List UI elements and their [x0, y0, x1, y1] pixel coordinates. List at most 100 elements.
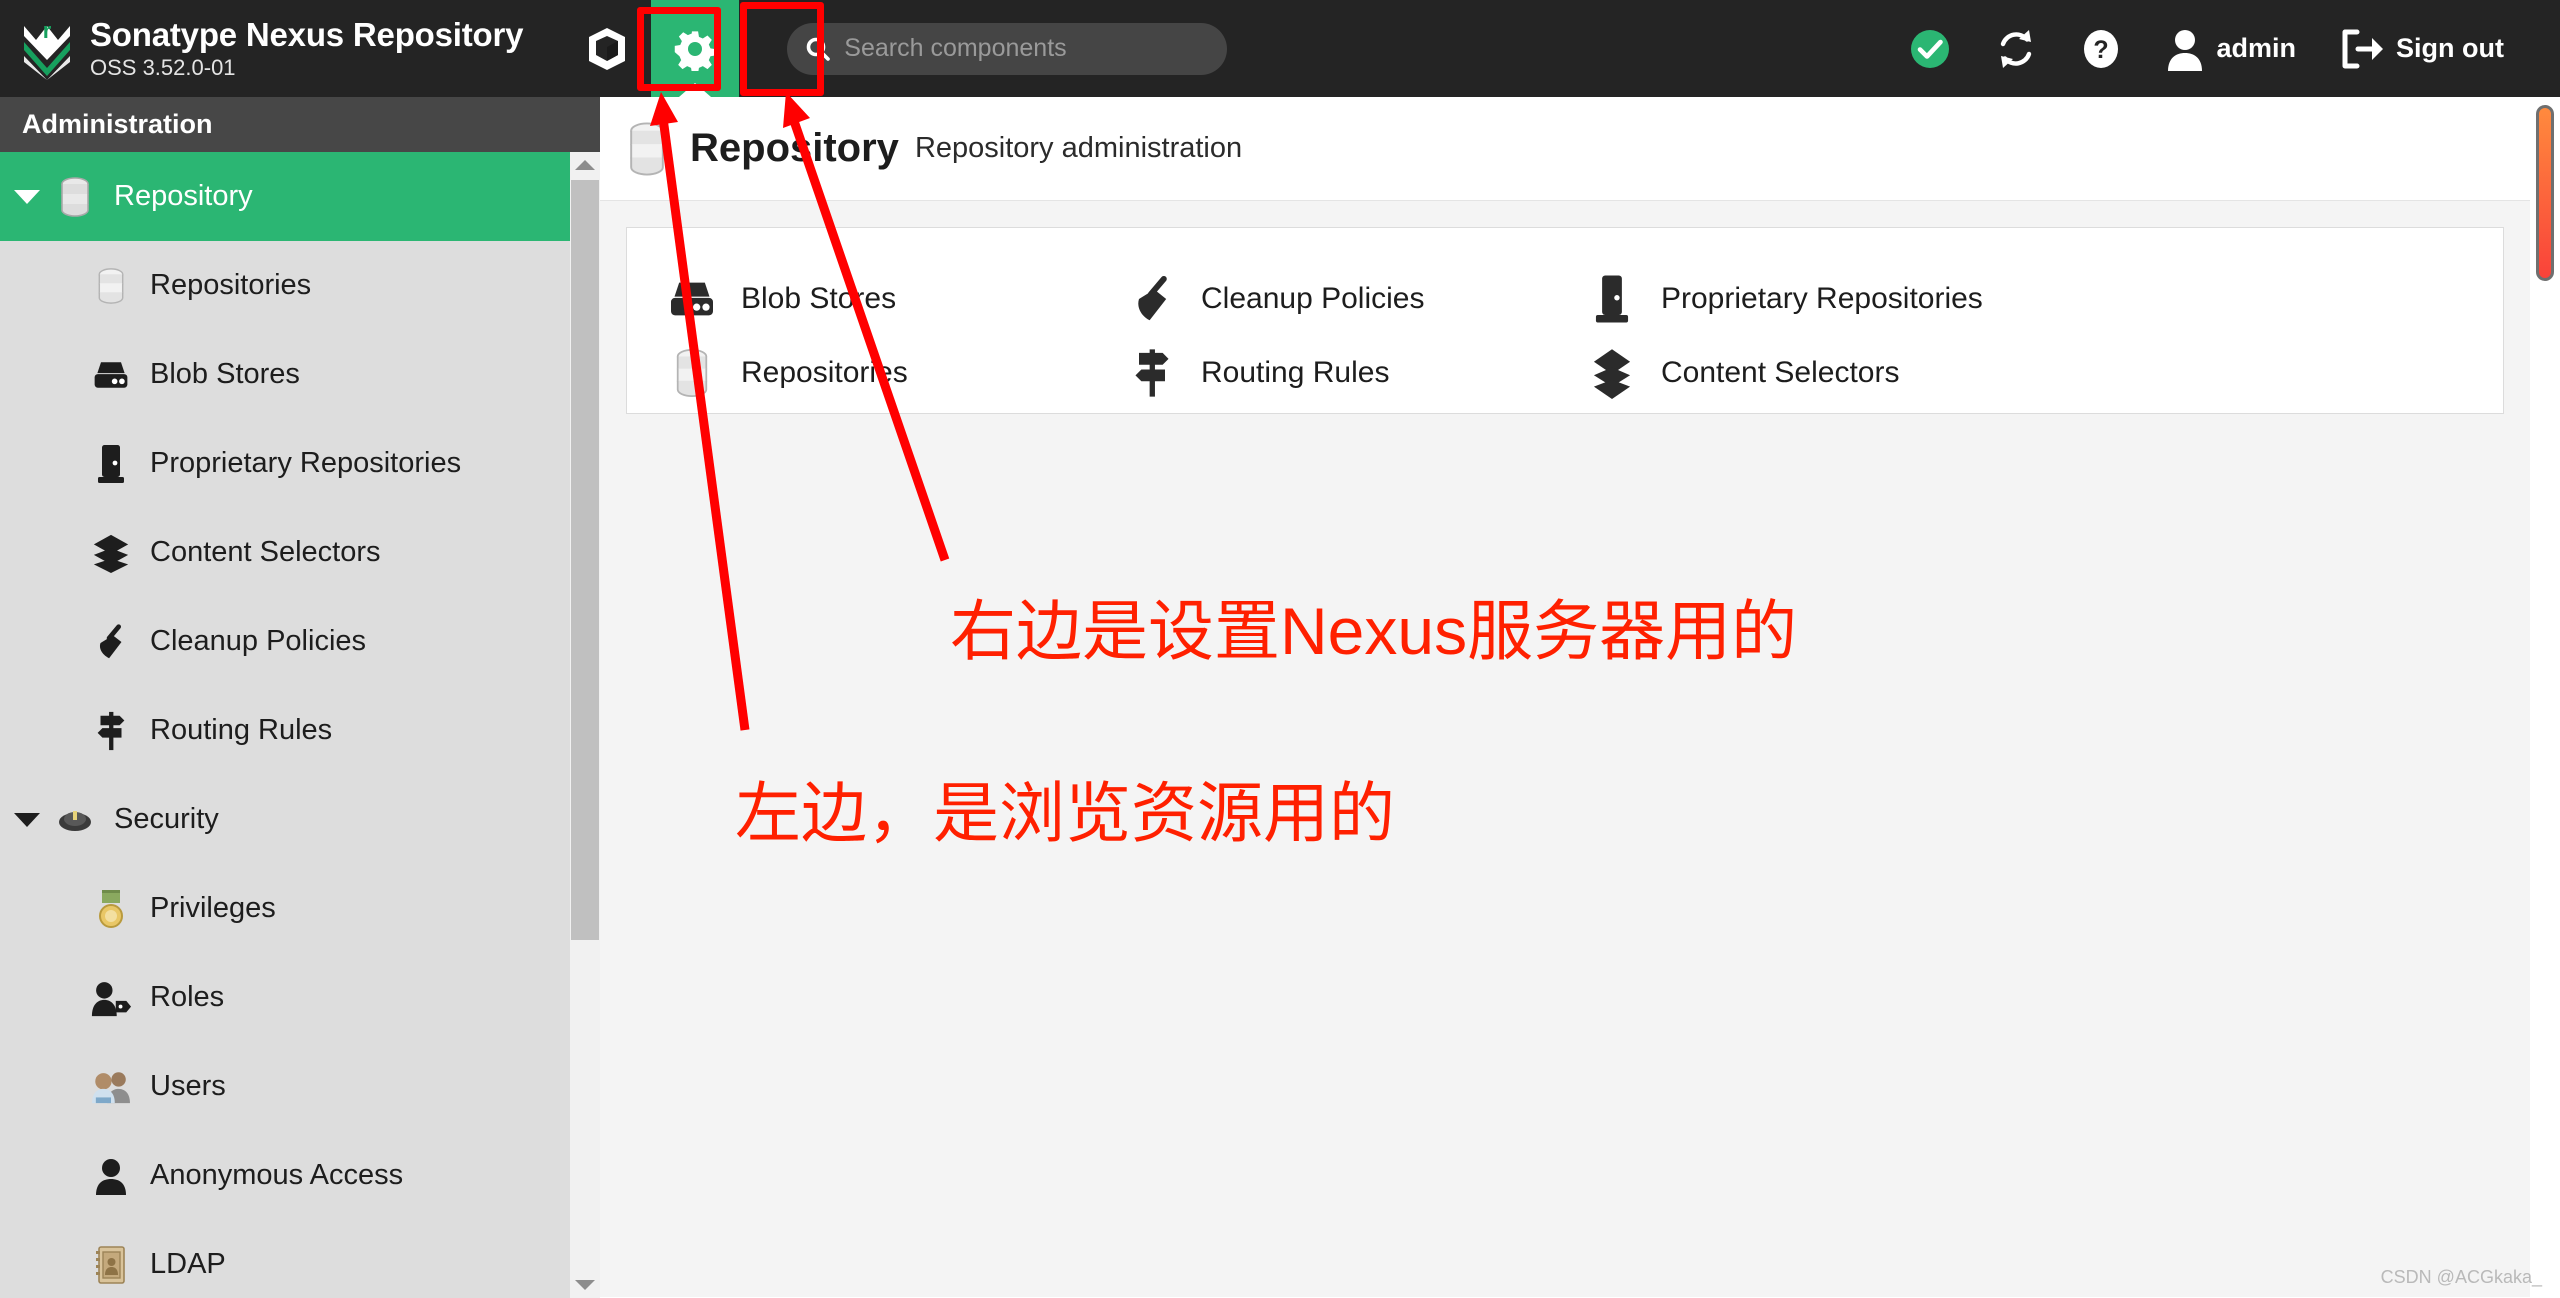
app-window: r Sonatype Nexus Repository OSS 3.52.0-0… — [0, 0, 2560, 1298]
sidebar-item-label: Privileges — [150, 892, 276, 924]
card-label: Proprietary Repositories — [1661, 282, 1983, 315]
admin-shortcuts-card: Blob Stores Cleanup Policies Proprietary… — [626, 227, 2504, 414]
card-label: Routing Rules — [1201, 356, 1390, 389]
help-button[interactable]: ? — [2059, 19, 2143, 79]
sign-out-label: Sign out — [2396, 33, 2504, 63]
role-user-tag-icon — [88, 975, 134, 1021]
blob-store-icon — [663, 270, 721, 328]
sidebar-item-label: Security — [114, 803, 219, 835]
layers-icon — [1583, 344, 1641, 402]
page-subtitle: Repository administration — [914, 132, 1243, 164]
medal-icon — [88, 886, 134, 932]
status-check-icon — [1910, 29, 1949, 68]
database-icon — [52, 174, 98, 220]
user-menu[interactable]: admin — [2143, 19, 2319, 79]
header-right-actions: ? admin Sign out — [1887, 19, 2527, 79]
help-question-icon: ? — [2083, 29, 2118, 68]
refresh-sync-icon — [2000, 29, 2031, 68]
sidebar: Administration Repository Repositories B… — [0, 97, 600, 1298]
sonatype-logo-icon: r — [18, 18, 76, 80]
database-icon — [88, 263, 134, 309]
svg-text:?: ? — [2093, 36, 2108, 64]
card-item-routing-rules[interactable]: Routing Rules — [1123, 344, 1583, 402]
card-item-blob-stores[interactable]: Blob Stores — [663, 270, 1123, 328]
svg-text:r: r — [43, 18, 52, 43]
database-icon — [622, 121, 674, 177]
search-placeholder: Search components — [844, 34, 1067, 62]
scroll-up-arrow-icon[interactable] — [570, 152, 600, 178]
blob-store-icon — [88, 352, 134, 398]
gear-icon — [675, 30, 717, 71]
sign-out-icon — [2342, 29, 2384, 68]
sidebar-item-privileges[interactable]: Privileges — [0, 864, 600, 953]
search-icon — [806, 37, 831, 61]
brand-title: Sonatype Nexus Repository — [90, 15, 524, 53]
sidebar-item-repository[interactable]: Repository — [0, 152, 600, 241]
card-item-repositories[interactable]: Repositories — [663, 344, 1123, 402]
signpost-icon — [1123, 344, 1181, 402]
sidebar-item-security[interactable]: Security — [0, 775, 600, 864]
sidebar-item-routing-rules[interactable]: Routing Rules — [0, 686, 600, 775]
sidebar-item-label: Roles — [150, 981, 225, 1013]
search-input[interactable]: Search components — [787, 22, 1228, 75]
sign-out-button[interactable]: Sign out — [2318, 19, 2526, 79]
sidebar-item-ldap[interactable]: LDAP — [0, 1220, 600, 1298]
card-label: Content Selectors — [1661, 356, 1900, 389]
sidebar-item-label: Blob Stores — [150, 358, 300, 390]
window-scrollbar[interactable] — [2530, 97, 2560, 1298]
proprietary-icon — [88, 441, 134, 487]
user-icon — [2167, 29, 2202, 71]
signpost-icon — [88, 708, 134, 754]
panel-area: Blob Stores Cleanup Policies Proprietary… — [600, 201, 2530, 1297]
sidebar-item-roles[interactable]: Roles — [0, 953, 600, 1042]
brand[interactable]: r Sonatype Nexus Repository OSS 3.52.0-0… — [18, 15, 524, 81]
users-icon — [88, 1064, 134, 1110]
sidebar-section-title: Administration — [0, 97, 600, 152]
card-item-cleanup-policies[interactable]: Cleanup Policies — [1123, 270, 1583, 328]
brand-version: OSS 3.52.0-01 — [90, 54, 236, 80]
sidebar-item-content-selectors[interactable]: Content Selectors — [0, 508, 600, 597]
scroll-down-arrow-icon[interactable] — [570, 1272, 600, 1298]
person-icon — [88, 1153, 134, 1199]
card-label: Blob Stores — [741, 282, 897, 315]
page-header: Repository Repository administration — [600, 97, 2530, 201]
administration-label: Administration — [22, 109, 213, 139]
sidebar-item-repositories[interactable]: Repositories — [0, 241, 600, 330]
sidebar-item-blob-stores[interactable]: Blob Stores — [0, 330, 600, 419]
sidebar-item-cleanup-policies[interactable]: Cleanup Policies — [0, 597, 600, 686]
sidebar-nav-list: Repository Repositories Blob Stores Prop… — [0, 152, 600, 1298]
sidebar-item-anonymous-access[interactable]: Anonymous Access — [0, 1131, 600, 1220]
sidebar-item-label: Anonymous Access — [150, 1159, 404, 1191]
refresh-button[interactable] — [1973, 19, 2059, 79]
proprietary-icon — [1583, 270, 1641, 328]
sidebar-item-proprietary-repositories[interactable]: Proprietary Repositories — [0, 419, 600, 508]
broom-icon — [1123, 270, 1181, 328]
sidebar-item-label: Routing Rules — [150, 714, 333, 746]
sidebar-scrollbar-thumb[interactable] — [571, 180, 599, 940]
header-nav-buttons — [563, 0, 740, 97]
address-book-icon — [88, 1242, 134, 1288]
layers-icon — [88, 530, 134, 576]
sidebar-scrollbar[interactable] — [570, 152, 600, 1298]
admin-button[interactable] — [651, 0, 740, 97]
broom-icon — [88, 619, 134, 665]
sidebar-item-label: Cleanup Policies — [150, 625, 367, 657]
chevron-down-icon[interactable] — [14, 812, 40, 827]
watermark: CSDN @ACGkaka_ — [2380, 1267, 2542, 1287]
sidebar-item-users[interactable]: Users — [0, 1042, 600, 1131]
database-icon — [663, 344, 721, 402]
card-label: Repositories — [741, 356, 908, 389]
status-check-button[interactable] — [1887, 19, 1973, 79]
card-item-proprietary-repositories[interactable]: Proprietary Repositories — [1583, 270, 2467, 328]
browse-button[interactable] — [563, 0, 652, 97]
chevron-down-icon[interactable] — [14, 189, 40, 204]
sidebar-item-label: Repositories — [150, 269, 312, 301]
user-name-label: admin — [2216, 33, 2297, 63]
card-item-content-selectors[interactable]: Content Selectors — [1583, 344, 2467, 402]
security-shield-icon — [52, 797, 98, 843]
top-header: r Sonatype Nexus Repository OSS 3.52.0-0… — [0, 0, 2560, 97]
sidebar-item-label: Content Selectors — [150, 536, 381, 568]
window-scrollbar-thumb[interactable] — [2536, 105, 2554, 281]
sidebar-item-label: Repository — [114, 180, 253, 212]
sidebar-item-label: LDAP — [150, 1248, 226, 1280]
